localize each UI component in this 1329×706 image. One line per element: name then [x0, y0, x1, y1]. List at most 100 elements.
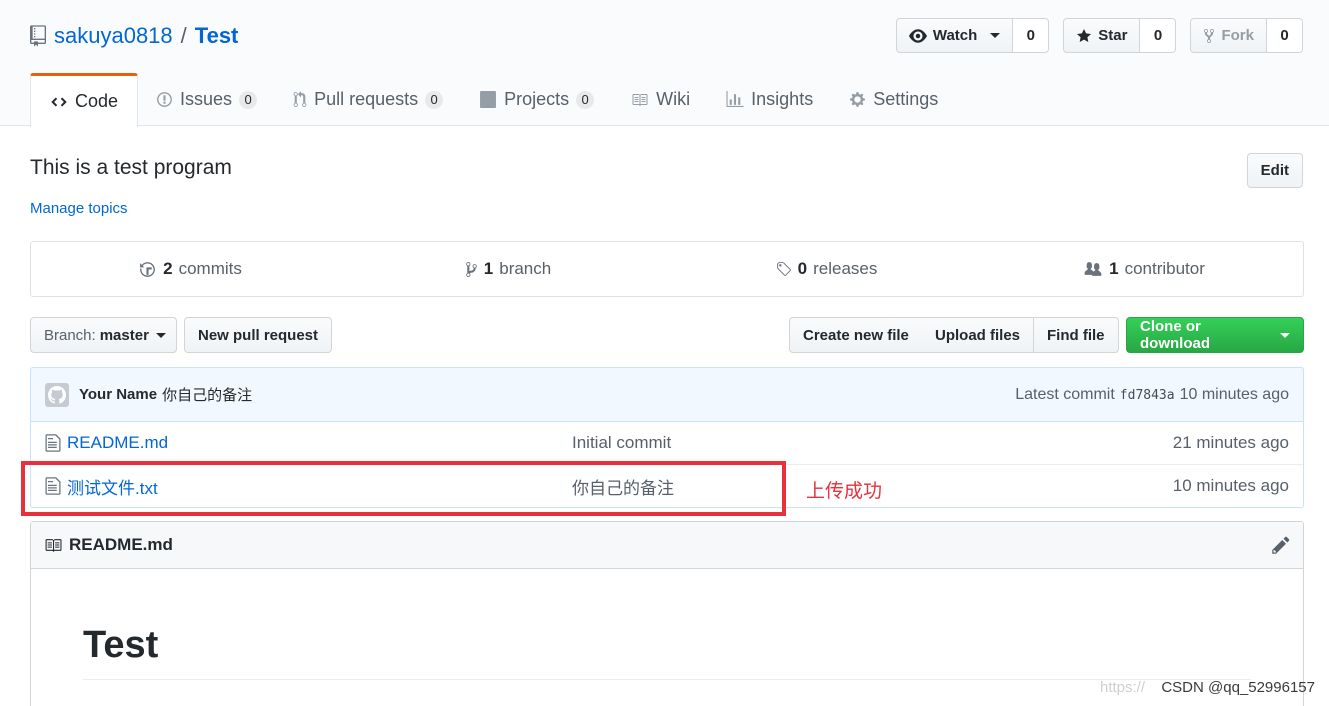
- tab-issues[interactable]: Issues 0: [138, 73, 275, 126]
- commit-message[interactable]: 你自己的备注: [162, 384, 252, 405]
- tab-projects[interactable]: Projects 0: [461, 73, 612, 126]
- numbers-summary: 2 commits 1 branch 0 releases 1 contribu…: [30, 241, 1304, 297]
- branch-name: master: [99, 326, 149, 344]
- readme-heading: Test: [83, 624, 1251, 680]
- latest-commit-bar: Your Name 你自己的备注 Latest commit fd7843a 1…: [30, 367, 1304, 422]
- repo-name-link[interactable]: Test: [195, 22, 239, 50]
- file-commit-message[interactable]: Initial commit: [572, 433, 671, 453]
- file-age: 21 minutes ago: [1172, 432, 1289, 452]
- star-button[interactable]: Star: [1063, 18, 1141, 53]
- branch-label: branch: [499, 259, 552, 278]
- pull-requests-counter: 0: [425, 90, 444, 109]
- project-icon: [480, 91, 497, 108]
- chevron-down-icon: [990, 33, 1001, 38]
- watch-label: Watch: [932, 27, 978, 44]
- tab-label: Projects: [504, 89, 570, 109]
- organization-icon: [1084, 261, 1102, 276]
- code-icon: [51, 97, 67, 106]
- issue-opened-icon: [157, 92, 172, 107]
- git-branch-icon: [465, 261, 477, 277]
- contributor-count: 1: [1109, 259, 1119, 278]
- tab-settings[interactable]: Settings: [831, 73, 956, 126]
- clone-label: Clone or download: [1140, 318, 1210, 352]
- table-row: README.md Initial commit 21 minutes ago: [31, 421, 1303, 464]
- book-icon: [632, 93, 648, 106]
- tab-label: Code: [75, 91, 119, 111]
- commits-link[interactable]: 2 commits: [31, 242, 349, 296]
- commit-author[interactable]: Your Name: [79, 386, 157, 403]
- tab-code[interactable]: Code: [30, 73, 139, 127]
- eye-icon: [908, 28, 927, 43]
- tab-label: Pull requests: [314, 89, 419, 109]
- file-icon: [45, 433, 61, 452]
- branch-prefix: Branch:: [44, 326, 96, 344]
- releases-count: 0: [797, 259, 808, 278]
- find-file-button[interactable]: Find file: [1034, 317, 1119, 353]
- git-pull-request-icon: [293, 91, 307, 107]
- tab-pull-requests[interactable]: Pull requests 0: [275, 73, 461, 126]
- book-icon: [45, 538, 62, 552]
- fork-icon: [1204, 28, 1215, 43]
- readme-title: README.md: [69, 535, 173, 554]
- tab-label: Settings: [873, 89, 939, 109]
- fork-button[interactable]: Fork: [1190, 18, 1267, 53]
- readme-header: README.md: [31, 522, 1303, 569]
- fork-count[interactable]: 0: [1267, 18, 1303, 53]
- new-pull-request-button[interactable]: New pull request: [184, 317, 333, 353]
- repo-icon: [30, 25, 46, 47]
- annotation-highlight-box: [21, 461, 786, 516]
- star-icon: [1077, 28, 1092, 42]
- star-label: Star: [1098, 27, 1128, 44]
- repo-title: sakuya0818 / Test: [30, 22, 238, 50]
- commits-label: commits: [178, 259, 242, 278]
- tab-label: Issues: [180, 89, 233, 109]
- avatar[interactable]: [45, 382, 69, 407]
- readme-body: Test: [31, 569, 1303, 680]
- fork-label: Fork: [1221, 27, 1254, 44]
- graph-icon: [726, 91, 744, 107]
- chevron-down-icon: [155, 332, 166, 338]
- watch-count[interactable]: 0: [1013, 18, 1050, 53]
- tab-wiki[interactable]: Wiki: [612, 73, 708, 126]
- file-age: 10 minutes ago: [1172, 476, 1289, 495]
- star-count[interactable]: 0: [1140, 18, 1177, 53]
- gear-icon: [850, 92, 866, 107]
- fork-group: Fork 0: [1190, 18, 1303, 53]
- manage-topics-link[interactable]: Manage topics: [30, 200, 128, 217]
- commits-count: 2: [163, 259, 173, 278]
- watch-group: Watch 0: [895, 18, 1050, 53]
- releases-link[interactable]: 0 releases: [667, 242, 985, 296]
- pencil-icon[interactable]: [1271, 535, 1291, 555]
- upload-files-button[interactable]: Upload files: [922, 317, 1035, 353]
- chevron-down-icon: [1280, 332, 1290, 338]
- tab-label: Insights: [751, 89, 814, 109]
- latest-commit-prefix: Latest commit: [1015, 385, 1115, 403]
- branch-link[interactable]: 1 branch: [349, 242, 667, 296]
- tab-label: Wiki: [656, 89, 691, 109]
- watch-button[interactable]: Watch: [895, 18, 1014, 53]
- create-new-file-button[interactable]: Create new file: [789, 317, 923, 353]
- repo-owner-link[interactable]: sakuya0818: [54, 22, 173, 50]
- file-name-link[interactable]: README.md: [67, 433, 567, 453]
- octocat-icon: [48, 385, 66, 404]
- watermark-faint: https://: [1100, 679, 1146, 696]
- commit-sha[interactable]: fd7843a: [1120, 388, 1175, 403]
- tab-insights[interactable]: Insights: [708, 73, 831, 126]
- commit-meta: Latest commit fd7843a 10 minutes ago: [1015, 386, 1289, 404]
- edit-button[interactable]: Edit: [1246, 153, 1303, 188]
- tag-icon: [776, 261, 791, 276]
- projects-counter: 0: [576, 90, 595, 109]
- repo-nav-tabs: Code Issues 0 Pull requests 0 Projects 0…: [30, 73, 956, 127]
- file-navigation: Branch: master New pull request Create n…: [30, 317, 1304, 353]
- watermark: CSDN @qq_52996157: [1161, 679, 1315, 696]
- branch-count: 1: [483, 259, 494, 278]
- commit-age: 10 minutes ago: [1179, 385, 1289, 403]
- contributor-label: contributor: [1124, 259, 1205, 278]
- branch-select-button[interactable]: Branch: master: [30, 317, 177, 353]
- issues-counter: 0: [239, 90, 258, 109]
- repo-description: This is a test program: [30, 156, 232, 179]
- history-icon: [140, 261, 156, 277]
- clone-or-download-button[interactable]: Clone or download: [1126, 317, 1304, 353]
- contributor-link[interactable]: 1 contributor: [985, 242, 1303, 296]
- upload-success-annotation: 上传成功: [806, 481, 883, 502]
